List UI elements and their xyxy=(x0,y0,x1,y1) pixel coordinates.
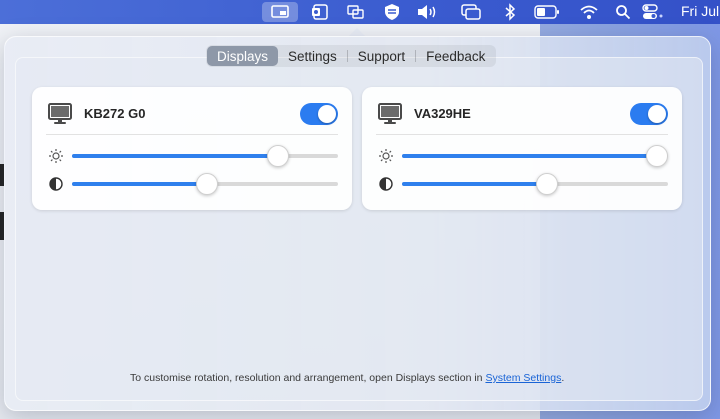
system-settings-link[interactable]: System Settings xyxy=(485,372,561,384)
toggle-knob xyxy=(648,105,666,123)
window-switch-icon[interactable] xyxy=(458,2,484,22)
shield-icon[interactable] xyxy=(379,2,405,22)
volume-icon[interactable] xyxy=(414,2,440,22)
menu-bar: Fri Jul xyxy=(0,0,720,24)
toggle-knob xyxy=(318,105,336,123)
display-mirror-icon[interactable] xyxy=(343,2,369,22)
display-settings-icon[interactable] xyxy=(262,2,298,22)
wifi-icon[interactable] xyxy=(576,2,602,22)
display-card-va329he: VA329HE xyxy=(362,87,682,210)
monitor-icon xyxy=(378,103,402,130)
contrast-icon xyxy=(378,176,394,197)
display-card-kb272: KB272 G0 xyxy=(32,87,352,210)
slider-fill xyxy=(402,182,548,186)
slider-fill xyxy=(402,154,657,158)
control-center-icon[interactable] xyxy=(640,2,666,22)
brightness-slider[interactable] xyxy=(402,145,668,167)
tab-settings[interactable]: Settings xyxy=(278,46,347,66)
display-enable-toggle[interactable] xyxy=(630,103,668,125)
slider-thumb[interactable] xyxy=(267,145,290,167)
search-icon[interactable] xyxy=(610,2,636,22)
slider-thumb[interactable] xyxy=(196,173,219,195)
slider-thumb[interactable] xyxy=(646,145,668,167)
outlook-icon[interactable] xyxy=(307,2,333,22)
contrast-slider[interactable] xyxy=(72,173,338,195)
slider-thumb[interactable] xyxy=(536,173,559,195)
tab-feedback[interactable]: Feedback xyxy=(416,46,495,66)
sun-icon xyxy=(378,148,394,169)
display-name: VA329HE xyxy=(414,106,471,121)
divider xyxy=(46,134,338,135)
tab-support[interactable]: Support xyxy=(348,46,415,66)
battery-icon[interactable] xyxy=(534,2,560,22)
brightness-slider[interactable] xyxy=(72,145,338,167)
slider-fill xyxy=(72,182,208,186)
display-enable-toggle[interactable] xyxy=(300,103,338,125)
monitor-icon xyxy=(48,103,72,130)
tab-displays[interactable]: Displays xyxy=(207,46,279,66)
footer-suffix: . xyxy=(561,372,565,384)
menu-bar-date[interactable]: Fri Jul xyxy=(681,3,719,19)
bluetooth-icon[interactable] xyxy=(497,2,523,22)
contrast-slider[interactable] xyxy=(402,173,668,195)
footer-text: To customise rotation, resolution and ar… xyxy=(130,372,486,384)
contrast-icon xyxy=(48,176,64,197)
slider-fill xyxy=(72,154,279,158)
divider xyxy=(376,134,668,135)
sun-icon xyxy=(48,148,64,169)
tab-bar: Displays Settings Support Feedback xyxy=(206,45,497,67)
display-name: KB272 G0 xyxy=(84,106,146,121)
footer-note: To customise rotation, resolution and ar… xyxy=(130,372,564,384)
